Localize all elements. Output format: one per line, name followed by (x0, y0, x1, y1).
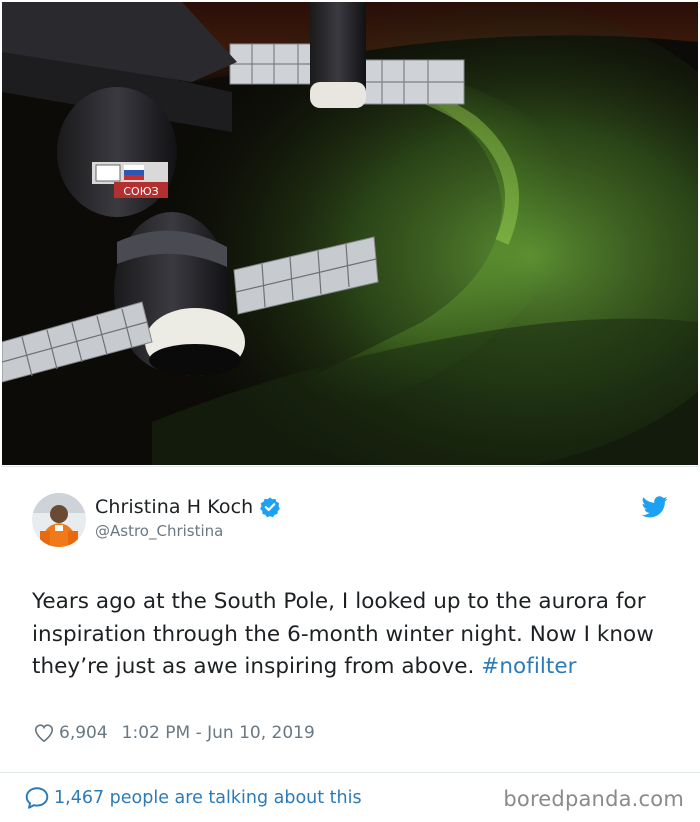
tweet-photo[interactable]: СОЮЗ (2, 2, 698, 465)
talking-about-link[interactable]: 1,467 people are talking about this (24, 785, 362, 811)
like-count[interactable]: 6,904 (59, 723, 108, 743)
speech-bubble-icon (25, 787, 49, 809)
avatar-image (32, 493, 86, 547)
twitter-bird-icon[interactable] (642, 496, 668, 518)
tweet-timestamp[interactable]: 1:02 PM - Jun 10, 2019 (122, 723, 315, 743)
author-handle[interactable]: @Astro_Christina (95, 522, 223, 540)
upper-module (310, 2, 366, 108)
aurora-photo-illustration: СОЮЗ (2, 2, 698, 465)
author-name[interactable]: Christina H Koch (95, 496, 253, 518)
author-name-row: Christina H Koch (95, 496, 281, 518)
watermark: boredpanda.com (503, 787, 684, 811)
capsule-label: СОЮЗ (123, 185, 158, 198)
photo-divider (2, 466, 698, 467)
verified-icon (260, 497, 281, 518)
tweet-meta: 6,904 1:02 PM - Jun 10, 2019 (33, 722, 315, 744)
talking-about-text: 1,467 people are talking about this (54, 788, 362, 808)
heart-icon[interactable] (33, 722, 55, 744)
tweet-text: Years ago at the South Pole, I looked up… (32, 586, 672, 684)
footer-divider (0, 772, 700, 773)
avatar[interactable] (32, 493, 86, 547)
hashtag-link[interactable]: #nofilter (481, 654, 576, 679)
tweet-card: СОЮЗ Christina H Koch @Astro_Christina Y… (0, 0, 700, 822)
